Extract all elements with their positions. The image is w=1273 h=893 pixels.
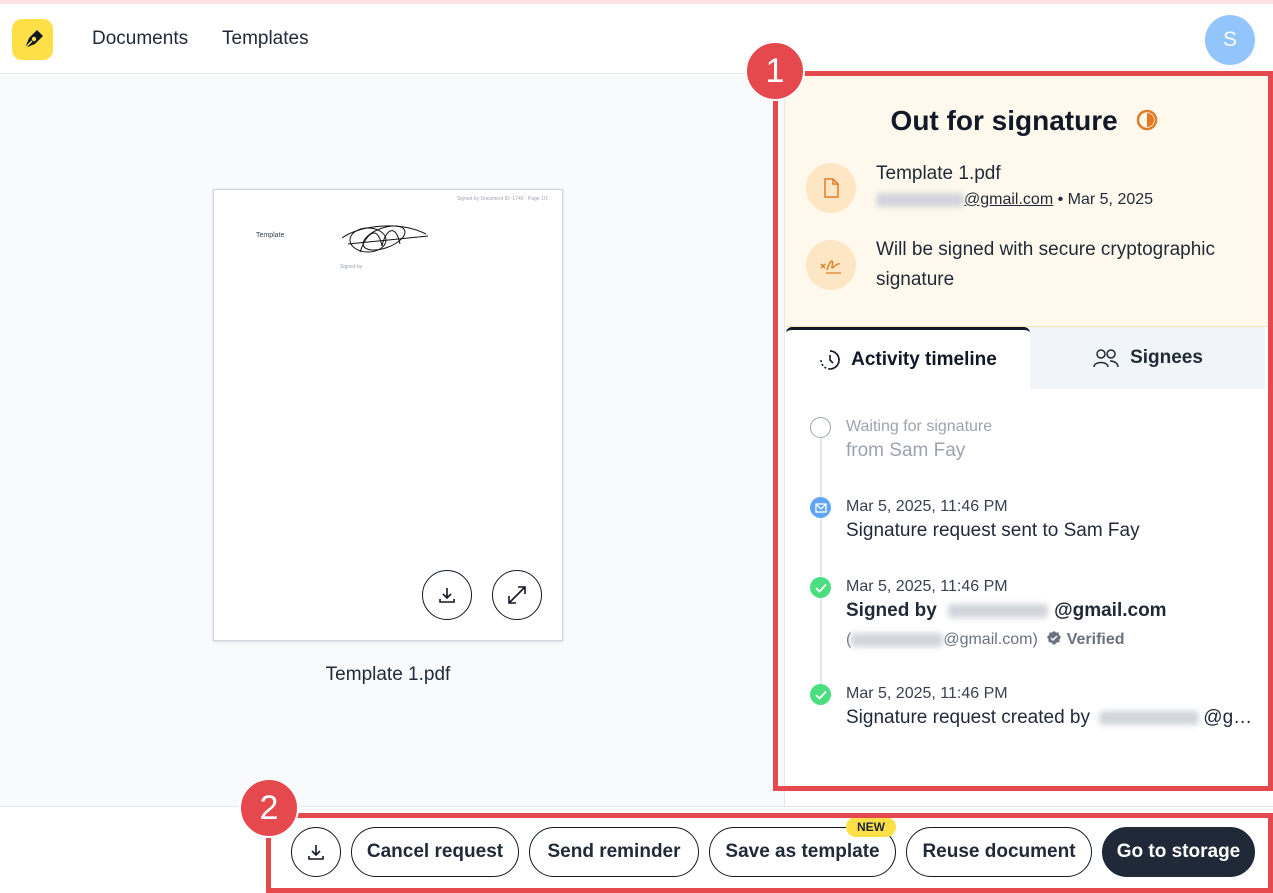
document-name: Template 1.pdf: [325, 664, 451, 685]
user-avatar[interactable]: S: [1205, 15, 1255, 65]
template-label: Template: [256, 232, 285, 239]
annotation-box-1: [773, 71, 1273, 791]
app-header: Documents Templates S: [0, 4, 1273, 74]
app-logo[interactable]: [12, 19, 53, 60]
signature-scribble: [341, 225, 429, 253]
nav-templates[interactable]: Templates: [222, 28, 309, 50]
expand-icon: [508, 586, 526, 604]
signature-caption: Signed by: [340, 264, 363, 270]
download-icon: [439, 588, 455, 603]
nav-documents[interactable]: Documents: [92, 28, 188, 50]
preview-expand-button[interactable]: [492, 570, 542, 620]
annotation-box-2: [266, 813, 1273, 893]
page-header-text: Signed by Document ID: 1740 · Page 1/1: [456, 196, 548, 202]
pen-nib-icon: [23, 29, 43, 49]
annotation-badge-2: 2: [239, 778, 299, 838]
annotation-badge-1: 1: [745, 41, 805, 101]
document-page-preview[interactable]: Signed by Document ID: 1740 · Page 1/1 T…: [213, 189, 563, 641]
preview-download-button[interactable]: [422, 570, 472, 620]
